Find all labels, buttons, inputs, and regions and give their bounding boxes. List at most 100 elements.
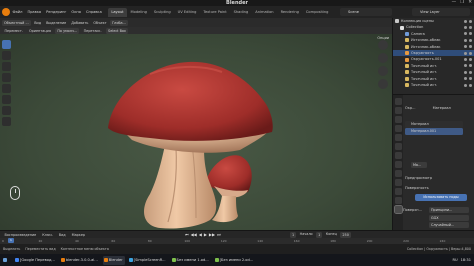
scene-tab-icon[interactable] bbox=[394, 134, 402, 141]
visibility-eye-icon[interactable] bbox=[464, 45, 467, 49]
data-tab-icon[interactable] bbox=[394, 197, 402, 204]
visibility-eye-icon[interactable] bbox=[464, 83, 467, 87]
taskbar-window-button[interactable]: [Google Перевод... bbox=[14, 256, 57, 265]
next-keyframe-icon[interactable]: ▶▶ bbox=[209, 232, 215, 237]
pan-hand-icon[interactable] bbox=[378, 53, 388, 63]
tab-modeling[interactable]: Modeling bbox=[128, 8, 150, 17]
cursor-tool-icon[interactable] bbox=[2, 51, 11, 60]
taskbar-window-button[interactable]: [Без имени 2.od... bbox=[214, 256, 256, 265]
menu-window[interactable]: Окно bbox=[69, 10, 84, 14]
blender-logo-icon[interactable] bbox=[2, 8, 10, 16]
tab-texture-paint[interactable]: Texture Paint bbox=[200, 8, 229, 17]
taskbar-window-button[interactable]: Blender bbox=[102, 255, 125, 265]
tab-sculpting[interactable]: Sculpting bbox=[151, 8, 174, 17]
camera-icon[interactable] bbox=[378, 66, 388, 76]
menu-timeline-view[interactable]: Вид bbox=[57, 233, 67, 237]
tab-layout[interactable]: Layout bbox=[108, 7, 127, 17]
menu-object[interactable]: Объект bbox=[92, 21, 108, 25]
menu-file[interactable]: Файл bbox=[10, 10, 25, 14]
menu-add[interactable]: Добавить bbox=[70, 21, 90, 25]
visibility-eye-icon[interactable] bbox=[464, 58, 467, 62]
outliner-row[interactable]: Точечный ист. bbox=[393, 82, 474, 88]
distribution-dropdown[interactable]: GGX bbox=[429, 215, 469, 221]
menu-edit[interactable]: Правка bbox=[25, 10, 44, 14]
tab-rendering[interactable]: Rendering bbox=[278, 8, 302, 17]
measure-tool-icon[interactable] bbox=[2, 117, 11, 126]
start-menu-icon[interactable] bbox=[2, 256, 11, 265]
surface-shader-field[interactable]: Принципи... bbox=[429, 207, 469, 213]
visibility-eye-icon[interactable] bbox=[464, 51, 467, 55]
render-camera-icon[interactable] bbox=[469, 70, 472, 74]
render-camera-icon[interactable] bbox=[469, 64, 472, 68]
tab-shading[interactable]: Shading bbox=[231, 8, 252, 17]
output-tab-icon[interactable] bbox=[394, 116, 402, 123]
taskbar-window-button[interactable]: Без имени 1.od... bbox=[171, 256, 211, 265]
view-layer-selector[interactable]: View Layer bbox=[412, 8, 470, 16]
visibility-eye-icon[interactable] bbox=[464, 77, 467, 81]
scale-tool-icon[interactable] bbox=[2, 84, 11, 93]
grid-icon[interactable] bbox=[378, 79, 388, 89]
tab-uv-editing[interactable]: UV Editing bbox=[175, 8, 200, 17]
tab-animation[interactable]: Animation bbox=[252, 8, 276, 17]
render-camera-icon[interactable] bbox=[469, 83, 472, 87]
render-camera-icon[interactable] bbox=[469, 26, 472, 30]
transform-tool-icon[interactable] bbox=[2, 95, 11, 104]
jump-start-icon[interactable]: ⏮ bbox=[185, 232, 189, 237]
render-camera-icon[interactable] bbox=[469, 51, 472, 55]
menu-marker[interactable]: Маркер bbox=[70, 233, 86, 237]
menu-render[interactable]: Рендеринг bbox=[44, 10, 69, 14]
menu-playback[interactable]: Воспроизведение bbox=[3, 233, 38, 237]
preview-panel-header[interactable]: Предпросмотр bbox=[405, 175, 472, 181]
render-camera-icon[interactable] bbox=[469, 19, 472, 23]
keyboard-layout-indicator[interactable]: RU bbox=[453, 258, 458, 262]
select-tool-icon[interactable] bbox=[2, 40, 11, 49]
play-icon[interactable]: ▶ bbox=[204, 232, 207, 237]
orientation-dropdown[interactable]: Глоба... bbox=[110, 19, 128, 26]
menu-view[interactable]: Вид bbox=[33, 21, 43, 25]
mushroom-model[interactable] bbox=[0, 34, 392, 230]
object-tab-icon[interactable] bbox=[394, 152, 402, 159]
scene-selector[interactable]: Scene bbox=[340, 8, 392, 16]
particles-tab-icon[interactable] bbox=[394, 170, 402, 177]
material-name-field[interactable]: Ма... bbox=[411, 162, 427, 168]
menu-select[interactable]: Выделение bbox=[45, 21, 68, 25]
view-layer-tab-icon[interactable] bbox=[394, 125, 402, 132]
mode-dropdown[interactable]: Объектный ... bbox=[2, 19, 31, 26]
default-dropdown[interactable]: По умолч... bbox=[55, 27, 80, 34]
visibility-eye-icon[interactable] bbox=[464, 64, 467, 68]
material-slot-selected[interactable]: Материал.001 bbox=[405, 128, 463, 135]
tool-tab-icon[interactable] bbox=[394, 98, 402, 105]
visibility-eye-icon[interactable] bbox=[464, 19, 467, 23]
render-camera-icon[interactable] bbox=[469, 45, 472, 49]
material-slot[interactable]: Материал bbox=[405, 121, 463, 128]
visibility-eye-icon[interactable] bbox=[464, 70, 467, 74]
tab-compositing[interactable]: Compositing bbox=[303, 8, 332, 17]
3d-viewport[interactable]: Опции bbox=[0, 34, 392, 230]
render-tab-icon[interactable] bbox=[394, 107, 402, 114]
move-tool-icon[interactable] bbox=[2, 62, 11, 71]
render-camera-icon[interactable] bbox=[469, 58, 472, 62]
world-tab-icon[interactable] bbox=[394, 143, 402, 150]
constraints-tab-icon[interactable] bbox=[394, 188, 402, 195]
render-camera-icon[interactable] bbox=[469, 38, 472, 42]
select-box-dropdown[interactable]: Select Box bbox=[106, 27, 128, 34]
playhead[interactable]: 1 bbox=[8, 238, 14, 243]
physics-tab-icon[interactable] bbox=[394, 179, 402, 186]
visibility-eye-icon[interactable] bbox=[464, 26, 467, 30]
surface-panel-header[interactable]: Поверхность bbox=[405, 185, 472, 191]
prev-keyframe-icon[interactable]: ◀◀ bbox=[191, 232, 197, 237]
clock[interactable]: 18:31 bbox=[461, 258, 471, 262]
use-nodes-button[interactable]: Использовать ноды bbox=[415, 194, 467, 201]
taskbar-window-button[interactable]: blender-3.0.0-al... bbox=[60, 256, 100, 265]
render-camera-icon[interactable] bbox=[469, 32, 472, 36]
annotate-tool-icon[interactable] bbox=[2, 106, 11, 115]
visibility-eye-icon[interactable] bbox=[464, 38, 467, 42]
play-reverse-icon[interactable]: ◀ bbox=[199, 232, 202, 237]
menu-help[interactable]: Справка bbox=[83, 10, 104, 14]
taskbar-window-button[interactable]: [SimpleScreenR... bbox=[128, 256, 168, 265]
render-camera-icon[interactable] bbox=[469, 77, 472, 81]
material-tab-icon[interactable] bbox=[393, 205, 403, 214]
rotate-tool-icon[interactable] bbox=[2, 73, 11, 82]
zoom-icon[interactable] bbox=[378, 40, 388, 50]
jump-end-icon[interactable]: ⏭ bbox=[217, 232, 221, 237]
